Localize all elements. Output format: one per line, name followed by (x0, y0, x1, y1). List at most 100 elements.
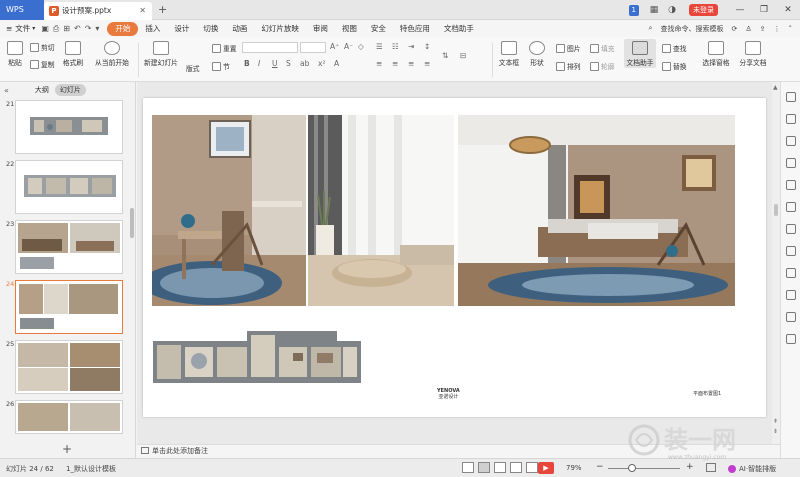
numbering-icon[interactable]: ☷ (392, 42, 399, 51)
help-icon[interactable] (786, 334, 796, 344)
more-icon[interactable]: ▾ (95, 24, 99, 33)
italic-icon[interactable]: I (258, 59, 260, 68)
current-slide[interactable]: YENOVA 亚诺设计 平面布置图1 (143, 98, 766, 417)
menu-item-security[interactable]: 安全 (364, 22, 393, 36)
textbox-button[interactable]: 文本框 (496, 41, 522, 67)
font-size-select[interactable] (300, 42, 326, 53)
star-icon[interactable] (786, 202, 796, 212)
shadow-icon[interactable]: S (286, 59, 291, 68)
share-doc-button[interactable]: 分享文档 (738, 41, 768, 67)
play-slideshow-button[interactable]: ▶ (538, 462, 554, 474)
print-icon[interactable]: ⎙ (53, 24, 59, 34)
preview-icon[interactable]: ⊞ (63, 24, 70, 33)
shape-button[interactable]: 形状 (526, 41, 548, 67)
slide-thumbnail[interactable] (15, 160, 123, 214)
sync-icon[interactable]: ⟳ (731, 25, 737, 33)
next-slide-icon[interactable]: ⇟ (773, 428, 778, 435)
close-tab-icon[interactable]: ✕ (139, 2, 146, 20)
undo-icon[interactable]: ↶ (74, 24, 81, 33)
ai-layout-button[interactable]: AI·智能排版 (728, 464, 776, 474)
download-icon[interactable] (786, 290, 796, 300)
save-icon[interactable]: ▣ (41, 24, 49, 33)
shape-style-icon[interactable] (786, 180, 796, 190)
arrange-button[interactable]: 排列 (556, 61, 581, 71)
notes-bar[interactable]: 单击此处添加备注 (137, 444, 780, 458)
outline-button[interactable]: 轮廓 (590, 61, 615, 71)
notes-placeholder[interactable]: 单击此处添加备注 (152, 447, 208, 455)
align-right-icon[interactable]: ≡ (408, 59, 414, 68)
slide-thumbnail[interactable] (15, 400, 123, 434)
menu-item-doc-assistant[interactable]: 文档助手 (437, 22, 481, 36)
clear-format-icon[interactable]: ◇ (358, 42, 364, 51)
bedroom-photo[interactable] (458, 115, 735, 306)
thumbnail-scrollbar[interactable] (130, 208, 134, 238)
slide-sorter-icon[interactable] (494, 462, 506, 473)
increase-font-icon[interactable]: A⁺ (330, 42, 339, 51)
layout-button[interactable]: 版式 (186, 63, 200, 73)
more-options-icon[interactable]: ⋮ (774, 25, 781, 33)
doc-assistant-button[interactable]: 文档助手 (624, 39, 656, 68)
reading-view-icon[interactable] (510, 462, 522, 473)
zoom-slider[interactable] (608, 468, 680, 469)
slide-thumbnail[interactable] (15, 220, 123, 274)
superscript-icon[interactable]: x² (318, 59, 325, 68)
decrease-font-icon[interactable]: A⁻ (344, 42, 353, 51)
fit-window-icon[interactable] (706, 463, 716, 472)
prev-slide-icon[interactable]: ⇞ (773, 418, 778, 425)
menu-item-transition[interactable]: 切换 (196, 22, 225, 36)
replace-button[interactable]: 替换 (662, 61, 687, 71)
start-from-current-button[interactable]: 从当前开始 (92, 41, 132, 67)
select-icon[interactable] (786, 92, 796, 102)
grid-view-icon[interactable]: ▦ (647, 3, 661, 17)
font-color-icon[interactable]: A (334, 59, 339, 68)
menu-item-features[interactable]: 特色应用 (393, 22, 437, 36)
file-menu[interactable]: ≡ 文件 ▾ (6, 23, 35, 34)
scrollbar-thumb[interactable] (774, 204, 778, 216)
scroll-up-icon[interactable]: ▲ (773, 84, 778, 91)
image-icon[interactable] (786, 268, 796, 278)
menu-item-review[interactable]: 审阅 (306, 22, 335, 36)
backup-icon[interactable] (786, 312, 796, 322)
tab-outline[interactable]: 大纲 (35, 85, 49, 95)
new-slide-button[interactable]: 新建幻灯片 (142, 41, 180, 67)
record-icon[interactable] (526, 462, 538, 473)
bullets-icon[interactable]: ☰ (376, 42, 383, 51)
format-painter-button[interactable]: 格式刷 (60, 41, 86, 67)
restore-icon[interactable]: ❐ (752, 5, 776, 15)
floor-plan[interactable] (153, 331, 361, 386)
zoom-slider-handle[interactable] (628, 464, 636, 472)
indent-icon[interactable]: ⇥ (408, 42, 414, 51)
cut-button[interactable]: 剪切 (30, 42, 55, 52)
strikethrough-icon[interactable]: ab (300, 59, 309, 68)
wps-home-tab[interactable]: WPS (0, 0, 44, 20)
animation-pane-icon[interactable] (786, 136, 796, 146)
menu-item-design[interactable]: 设计 (167, 22, 196, 36)
login-button[interactable]: 未登录 (689, 4, 718, 16)
tatami-window-photo[interactable] (308, 115, 454, 306)
underline-icon[interactable]: U (272, 59, 278, 68)
share-icon[interactable]: ⇪ (760, 25, 766, 33)
skin-icon[interactable]: ◑ (665, 3, 679, 17)
zoom-out-icon[interactable]: − (596, 462, 604, 472)
tab-slides[interactable]: 幻灯片 (54, 84, 86, 96)
align-center-icon[interactable]: ≡ (392, 59, 398, 68)
text-direction-icon[interactable]: ⇅ (442, 51, 448, 60)
theme-name[interactable]: 1_默认设计模板 (66, 464, 116, 474)
fill-button[interactable]: 填充 (590, 43, 615, 53)
collapse-panel-icon[interactable]: « (4, 86, 9, 95)
notes-toggle-icon[interactable] (462, 462, 474, 473)
column-icon[interactable]: ⊟ (460, 51, 466, 60)
slide-thumbnail-current[interactable] (15, 280, 123, 334)
settings-icon[interactable] (786, 158, 796, 168)
close-window-icon[interactable]: ✕ (776, 5, 800, 15)
selection-pane-button[interactable]: 选择窗格 (700, 41, 732, 67)
slide-thumbnail[interactable] (15, 340, 123, 394)
menu-item-slideshow[interactable]: 幻灯片放映 (254, 22, 306, 36)
picture-button[interactable]: 图片 (556, 43, 581, 53)
ai-icon[interactable] (786, 224, 796, 234)
normal-view-icon[interactable] (478, 462, 490, 473)
new-tab-button[interactable]: + (158, 3, 167, 16)
vertical-scrollbar[interactable]: ▲ ⇞ ⇟ (772, 82, 780, 444)
zoom-in-icon[interactable]: + (686, 462, 694, 472)
copy-button[interactable]: 复制 (30, 59, 55, 69)
